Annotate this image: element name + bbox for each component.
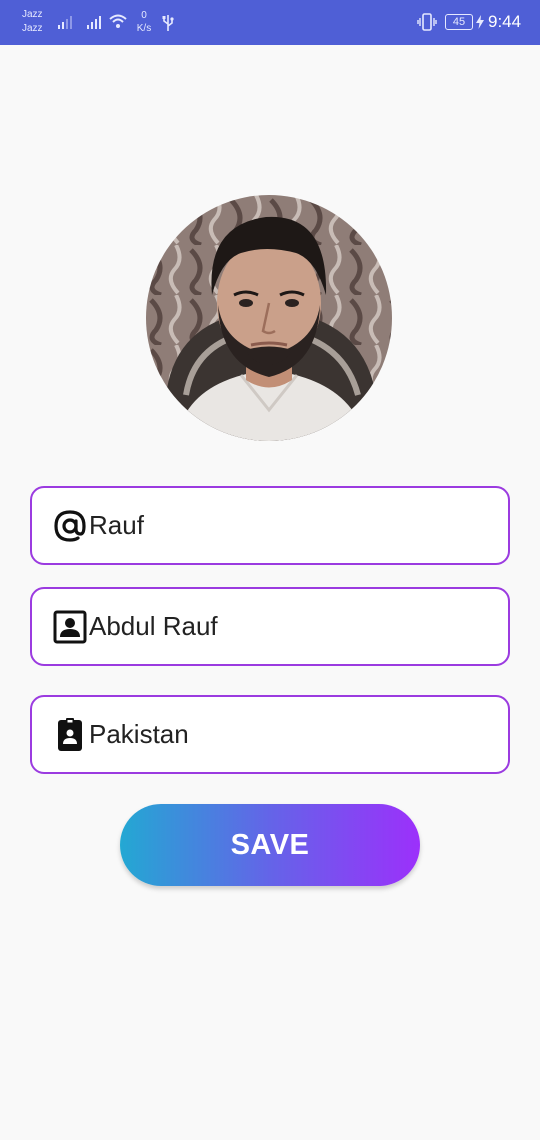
usb-icon [162, 15, 174, 31]
signal-icon [58, 16, 72, 29]
network-speed-value: 0 [141, 10, 147, 21]
network-speed-unit: K/s [136, 23, 152, 34]
contact-card-icon [53, 610, 87, 644]
save-button[interactable]: SAVE [120, 804, 420, 886]
status-clock: 9:44 [488, 12, 522, 31]
profile-screen: Jazz Jazz 0 K/s 45 9:44 Rauf Abdul Rauf … [0, 0, 540, 1140]
wifi-icon [109, 14, 127, 28]
at-sign-icon [54, 510, 86, 542]
full-name-field[interactable] [30, 587, 510, 666]
charging-icon [476, 15, 484, 29]
username-input[interactable] [89, 488, 489, 563]
country-field[interactable] [30, 695, 510, 774]
carrier-label-2: Jazz [22, 23, 43, 34]
badge-icon [58, 718, 82, 751]
profile-photo [146, 195, 392, 441]
carrier-labels: Jazz Jazz [22, 8, 43, 36]
country-input[interactable] [89, 697, 489, 772]
network-speed: 0 K/s [134, 9, 154, 35]
battery-indicator: 45 [445, 14, 473, 30]
signal-icon-2 [87, 16, 101, 29]
carrier-label-1: Jazz [22, 9, 43, 20]
profile-avatar[interactable] [146, 195, 392, 441]
username-field[interactable] [30, 486, 510, 565]
full-name-input[interactable] [89, 589, 489, 664]
vibrate-icon [417, 13, 437, 31]
status-bar: Jazz Jazz 0 K/s 45 9:44 [0, 0, 540, 45]
